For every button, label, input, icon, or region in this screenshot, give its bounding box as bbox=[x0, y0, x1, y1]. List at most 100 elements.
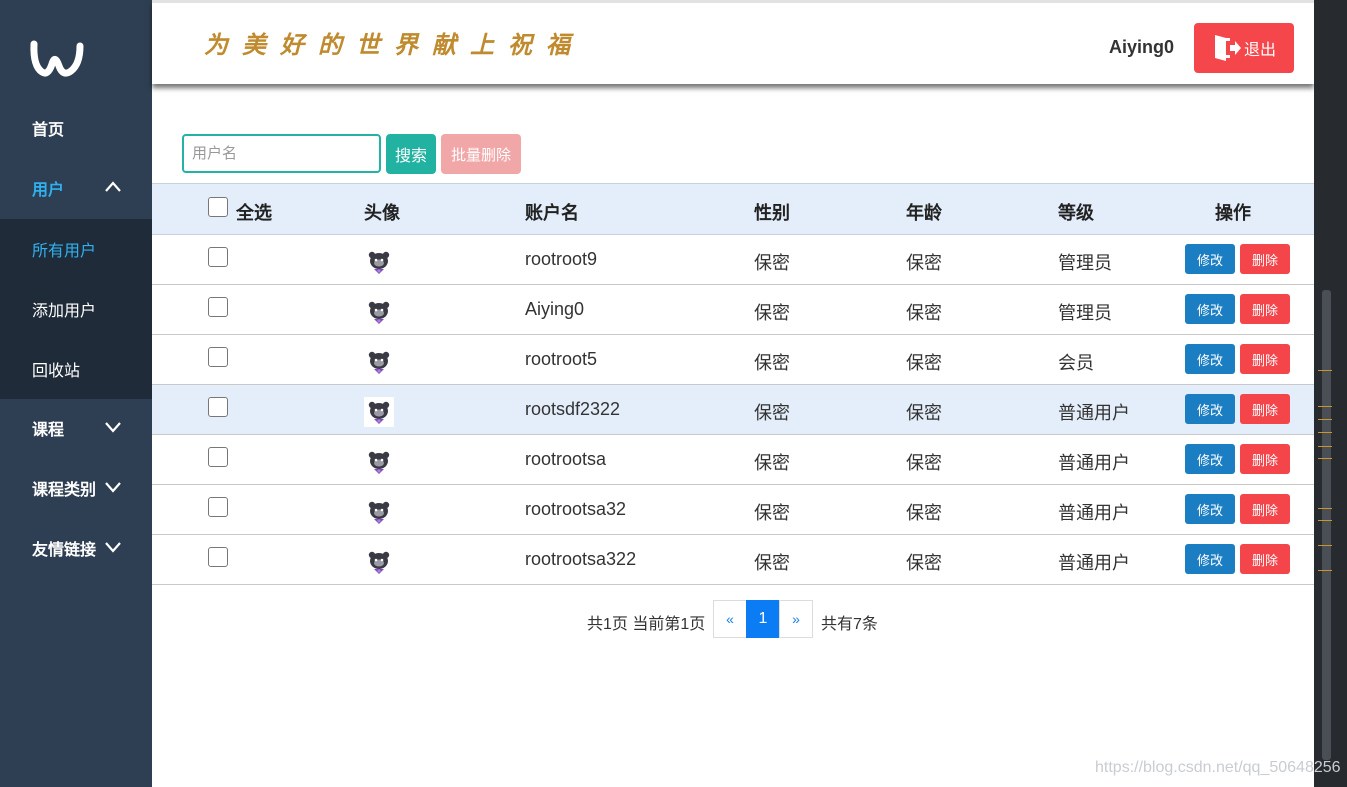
submenu-item-label: 添加用户 bbox=[32, 303, 97, 320]
cell-account: rootrootsa bbox=[525, 449, 607, 469]
avatar bbox=[364, 247, 394, 277]
cell-level: 管理员 bbox=[1058, 253, 1112, 273]
current-username: Aiying0 bbox=[1109, 37, 1175, 57]
edit-button[interactable]: 修改 bbox=[1185, 544, 1235, 574]
marker-line bbox=[1318, 520, 1332, 521]
marker-line bbox=[1318, 406, 1332, 407]
sidebar-item-friend-links[interactable]: 友情链接 bbox=[0, 518, 152, 578]
cell-gender: 保密 bbox=[754, 253, 790, 273]
row-checkbox[interactable] bbox=[208, 497, 228, 517]
row-checkbox[interactable] bbox=[208, 447, 228, 467]
sidebar-item-all-users[interactable]: 所有用户 bbox=[0, 219, 152, 279]
sidebar-item-course-categories[interactable]: 课程类别 bbox=[0, 458, 152, 518]
edit-button[interactable]: 修改 bbox=[1185, 244, 1235, 274]
marker-line bbox=[1318, 446, 1332, 447]
pagination-total: 共有7条 bbox=[821, 616, 878, 633]
cell-level: 普通用户 bbox=[1058, 453, 1130, 473]
cell-age: 保密 bbox=[906, 403, 942, 423]
pagination-next-button[interactable]: » bbox=[779, 600, 813, 638]
table-row: rootsdf2322 保密 保密 普通用户 修改 删除 bbox=[152, 385, 1314, 435]
marker-line bbox=[1318, 508, 1332, 509]
chevron-down-icon bbox=[105, 482, 121, 493]
cell-account: rootroot5 bbox=[525, 349, 598, 369]
cell-account: rootroot9 bbox=[525, 249, 598, 269]
delete-button[interactable]: 删除 bbox=[1240, 244, 1290, 274]
table-row: rootrootsa 保密 保密 普通用户 修改 删除 bbox=[152, 435, 1314, 485]
avatar bbox=[364, 297, 394, 327]
cell-gender: 保密 bbox=[754, 353, 790, 373]
table-row: rootrootsa322 保密 保密 普通用户 修改 删除 bbox=[152, 535, 1314, 585]
avatar bbox=[364, 497, 394, 527]
delete-button[interactable]: 删除 bbox=[1240, 444, 1290, 474]
column-header-avatar: 头像 bbox=[364, 203, 400, 223]
row-checkbox[interactable] bbox=[208, 247, 228, 267]
avatar bbox=[364, 347, 394, 377]
table-header: 全选 头像 账户名 性别 年龄 等级 操作 bbox=[152, 183, 1314, 235]
avatar bbox=[364, 547, 394, 577]
row-checkbox[interactable] bbox=[208, 347, 228, 367]
sidebar-item-add-user[interactable]: 添加用户 bbox=[0, 279, 152, 339]
delete-button[interactable]: 删除 bbox=[1240, 344, 1290, 374]
edit-button[interactable]: 修改 bbox=[1185, 294, 1235, 324]
search-button[interactable]: 搜索 bbox=[386, 134, 436, 174]
cell-level: 普通用户 bbox=[1058, 553, 1130, 573]
edit-button[interactable]: 修改 bbox=[1185, 344, 1235, 374]
avatar bbox=[364, 397, 394, 427]
table-body: rootroot9 保密 保密 管理员 修改 删除 Aiying0 保密 保密 … bbox=[152, 235, 1314, 585]
delete-button[interactable]: 删除 bbox=[1240, 394, 1290, 424]
top-header: 为美好的世界献上祝福 Aiying0 退出 bbox=[152, 0, 1314, 84]
sidebar: 首页 用户 所有用户 添加用户 回收站 课程 课程类别 友情链接 bbox=[0, 0, 152, 787]
delete-button[interactable]: 删除 bbox=[1240, 494, 1290, 524]
column-header-select-all: 全选 bbox=[236, 203, 272, 223]
edit-button[interactable]: 修改 bbox=[1185, 394, 1235, 424]
cell-account: rootsdf2322 bbox=[525, 399, 621, 419]
submenu-item-label: 回收站 bbox=[32, 363, 81, 380]
sidebar-item-label: 用户 bbox=[32, 182, 65, 199]
username-search-input[interactable] bbox=[182, 134, 381, 173]
delete-button[interactable]: 删除 bbox=[1240, 544, 1290, 574]
users-table: 全选 头像 账户名 性别 年龄 等级 操作 rootroot9 保密 保密 管理… bbox=[152, 183, 1314, 585]
sidebar-item-home[interactable]: 首页 bbox=[0, 98, 152, 158]
sidebar-item-users[interactable]: 用户 bbox=[0, 158, 152, 218]
sidebar-item-recycle-bin[interactable]: 回收站 bbox=[0, 339, 152, 399]
sidebar-item-label: 友情链接 bbox=[32, 542, 97, 559]
sidebar-item-label: 首页 bbox=[32, 122, 65, 139]
cell-account: rootrootsa32 bbox=[525, 499, 627, 519]
sidebar-item-courses[interactable]: 课程 bbox=[0, 398, 152, 458]
edit-button[interactable]: 修改 bbox=[1185, 444, 1235, 474]
cell-age: 保密 bbox=[906, 553, 942, 573]
cell-gender: 保密 bbox=[754, 403, 790, 423]
row-checkbox[interactable] bbox=[208, 297, 228, 317]
chevron-up-icon bbox=[105, 181, 121, 192]
table-row: rootrootsa32 保密 保密 普通用户 修改 删除 bbox=[152, 485, 1314, 535]
cell-account: rootrootsa322 bbox=[525, 549, 637, 569]
watermark-text: https://blog.csdn.net/qq_50648256 bbox=[1095, 759, 1341, 776]
row-checkbox[interactable] bbox=[208, 397, 228, 417]
sidebar-item-label: 课程 bbox=[32, 422, 65, 439]
cell-age: 保密 bbox=[906, 353, 942, 373]
table-row: Aiying0 保密 保密 管理员 修改 删除 bbox=[152, 285, 1314, 335]
pagination-prev-button[interactable]: « bbox=[713, 600, 747, 638]
chevron-down-icon bbox=[105, 422, 121, 433]
edit-button[interactable]: 修改 bbox=[1185, 494, 1235, 524]
row-checkbox[interactable] bbox=[208, 547, 228, 567]
pagination-page-button[interactable]: 1 bbox=[746, 600, 780, 638]
table-row: rootroot5 保密 保密 会员 修改 删除 bbox=[152, 335, 1314, 385]
select-all-checkbox[interactable] bbox=[208, 197, 228, 217]
marker-line bbox=[1318, 419, 1332, 420]
cell-account: Aiying0 bbox=[525, 299, 585, 319]
right-edge-panel bbox=[1314, 0, 1347, 787]
users-submenu: 所有用户 添加用户 回收站 bbox=[0, 219, 152, 399]
column-header-gender: 性别 bbox=[754, 203, 790, 223]
logout-button[interactable]: 退出 bbox=[1194, 23, 1294, 73]
marker-line bbox=[1318, 370, 1332, 371]
marker-line bbox=[1318, 432, 1332, 433]
scrollbar[interactable] bbox=[1322, 290, 1331, 760]
bulk-delete-button[interactable]: 批量删除 bbox=[441, 134, 521, 174]
cell-age: 保密 bbox=[906, 503, 942, 523]
marker-line bbox=[1318, 570, 1332, 571]
delete-button[interactable]: 删除 bbox=[1240, 294, 1290, 324]
cell-level: 普通用户 bbox=[1058, 403, 1130, 423]
cell-level: 普通用户 bbox=[1058, 503, 1130, 523]
cell-level: 管理员 bbox=[1058, 303, 1112, 323]
